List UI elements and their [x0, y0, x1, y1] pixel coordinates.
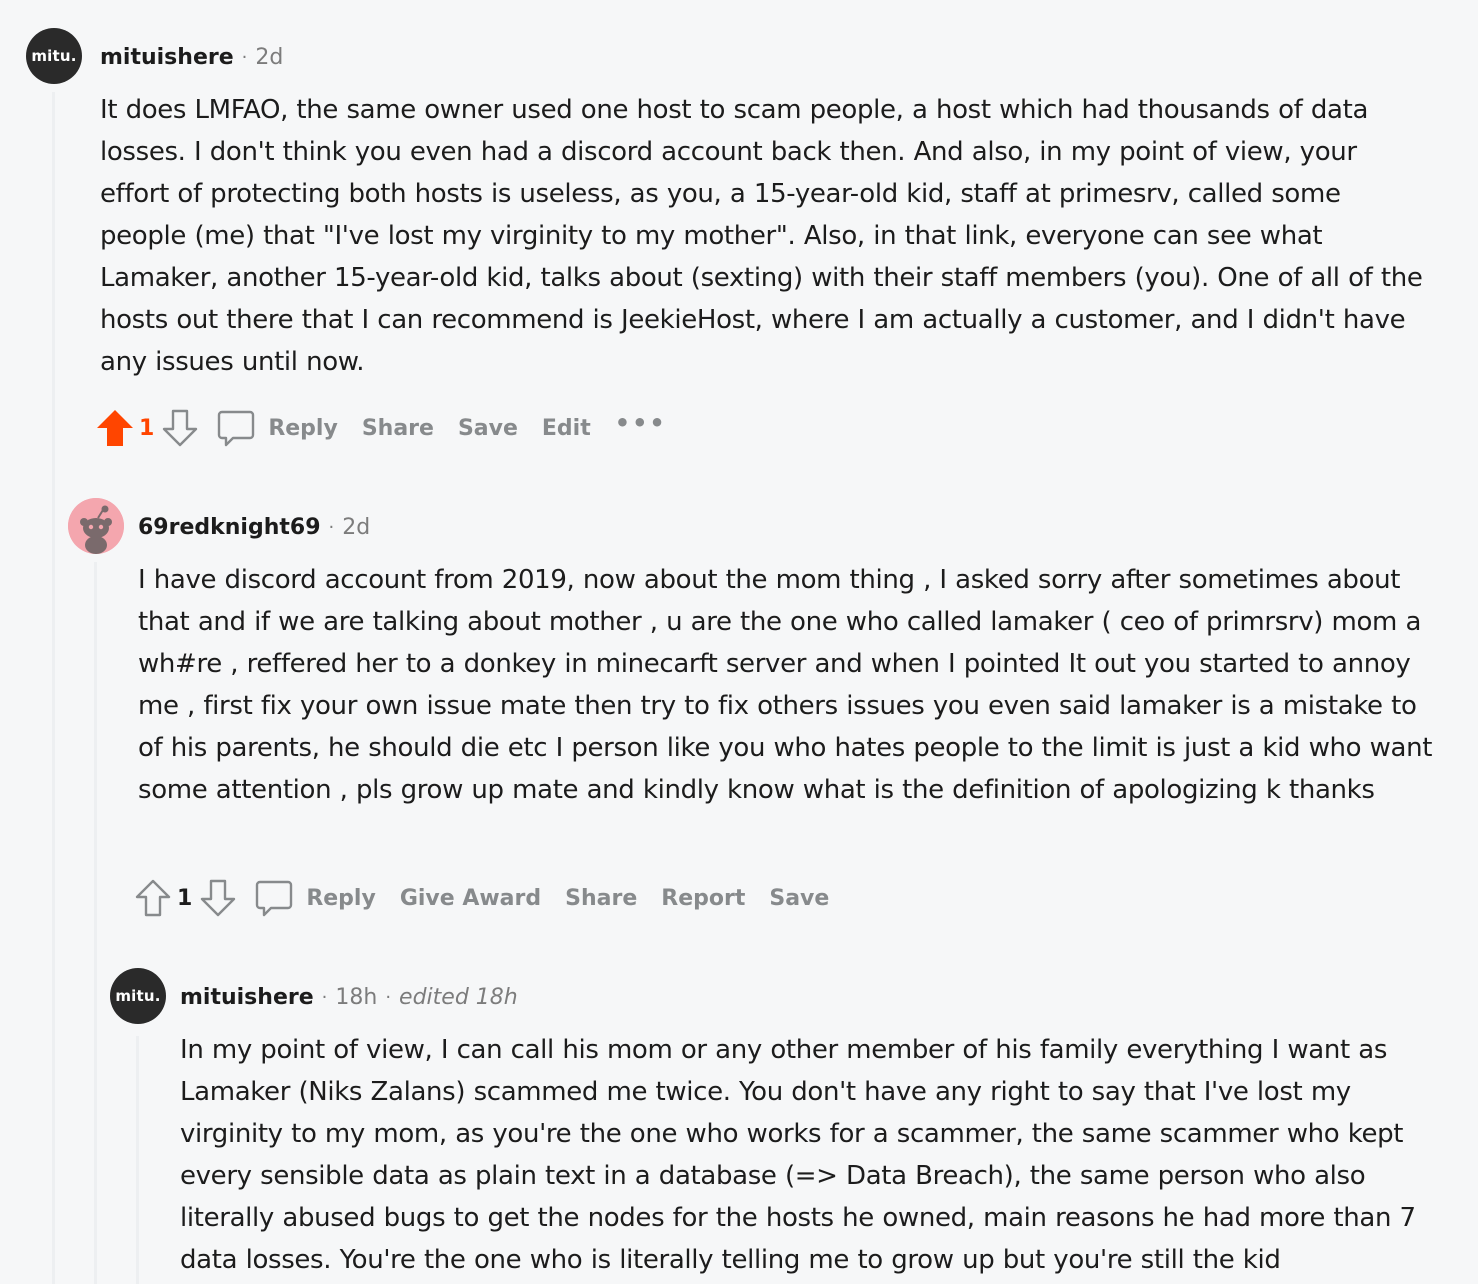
username[interactable]: mituishere [100, 45, 234, 70]
upvote-button[interactable] [133, 876, 173, 920]
avatar[interactable] [68, 498, 124, 554]
timestamp[interactable]: 2d [342, 515, 370, 540]
comment-meta: mituishere · 18h · edited 18h [180, 982, 518, 1012]
downvote-button[interactable] [198, 876, 238, 920]
separator-dot: · [385, 986, 392, 1008]
reply-label: Reply [306, 885, 376, 911]
upvote-icon [97, 410, 133, 446]
separator-dot: · [328, 516, 335, 538]
timestamp[interactable]: 18h [335, 985, 377, 1010]
save-button[interactable]: Save [769, 886, 829, 911]
avatar-logo-text: mitu. [115, 987, 161, 1005]
thread-line[interactable] [136, 1036, 139, 1284]
share-button[interactable]: Share [565, 886, 637, 911]
avatar[interactable]: mitu. [26, 28, 82, 84]
give-award-button[interactable]: Give Award [400, 886, 541, 911]
username[interactable]: 69redknight69 [138, 515, 321, 540]
comment-text: In my point of view, I can call his mom … [180, 1035, 1416, 1275]
username[interactable]: mituishere [180, 985, 314, 1010]
comment-meta: mituishere · 2d [100, 42, 283, 72]
comment-actions: 1 Reply Give Award Share Report Save [133, 876, 853, 920]
timestamp[interactable]: 2d [255, 45, 283, 70]
separator-dot: · [321, 986, 328, 1008]
downvote-icon [163, 409, 198, 447]
comment-bubble-icon [216, 408, 256, 448]
report-button[interactable]: Report [661, 886, 745, 911]
avatar-logo-text: mitu. [31, 47, 77, 65]
comment-body: It does LMFAO, the same owner used one h… [100, 89, 1430, 383]
downvote-icon [201, 879, 236, 917]
upvote-button[interactable] [95, 406, 135, 450]
upvote-icon [135, 879, 171, 917]
reply-button[interactable]: Reply [254, 878, 376, 918]
reply-label: Reply [268, 415, 338, 441]
vote-count: 1 [177, 885, 193, 911]
thread-line[interactable] [52, 92, 55, 1284]
comment-bubble-icon [254, 878, 294, 918]
edit-button[interactable]: Edit [542, 416, 591, 441]
save-button[interactable]: Save [458, 416, 518, 441]
comment-body: In my point of view, I can call his mom … [180, 1029, 1440, 1281]
reply-button[interactable]: Reply [216, 408, 338, 448]
comment-meta: 69redknight69 · 2d [138, 512, 370, 542]
share-button[interactable]: Share [362, 416, 434, 441]
thread-line[interactable] [94, 562, 97, 1284]
comment-text: It does LMFAO, the same owner used one h… [100, 95, 1423, 377]
avatar[interactable]: mitu. [110, 968, 166, 1024]
comment-actions: 1 Reply Share Save Edit ••• [95, 406, 691, 450]
more-options-button[interactable]: ••• [615, 409, 667, 437]
vote-count: 1 [139, 415, 155, 441]
snoo-icon [68, 498, 124, 554]
downvote-button[interactable] [160, 406, 200, 450]
comment-text: I have discord account from 2019, now ab… [138, 565, 1433, 805]
separator-dot: · [241, 46, 248, 68]
edited-label: edited 18h [399, 984, 518, 1010]
comment-body: I have discord account from 2019, now ab… [138, 559, 1438, 811]
